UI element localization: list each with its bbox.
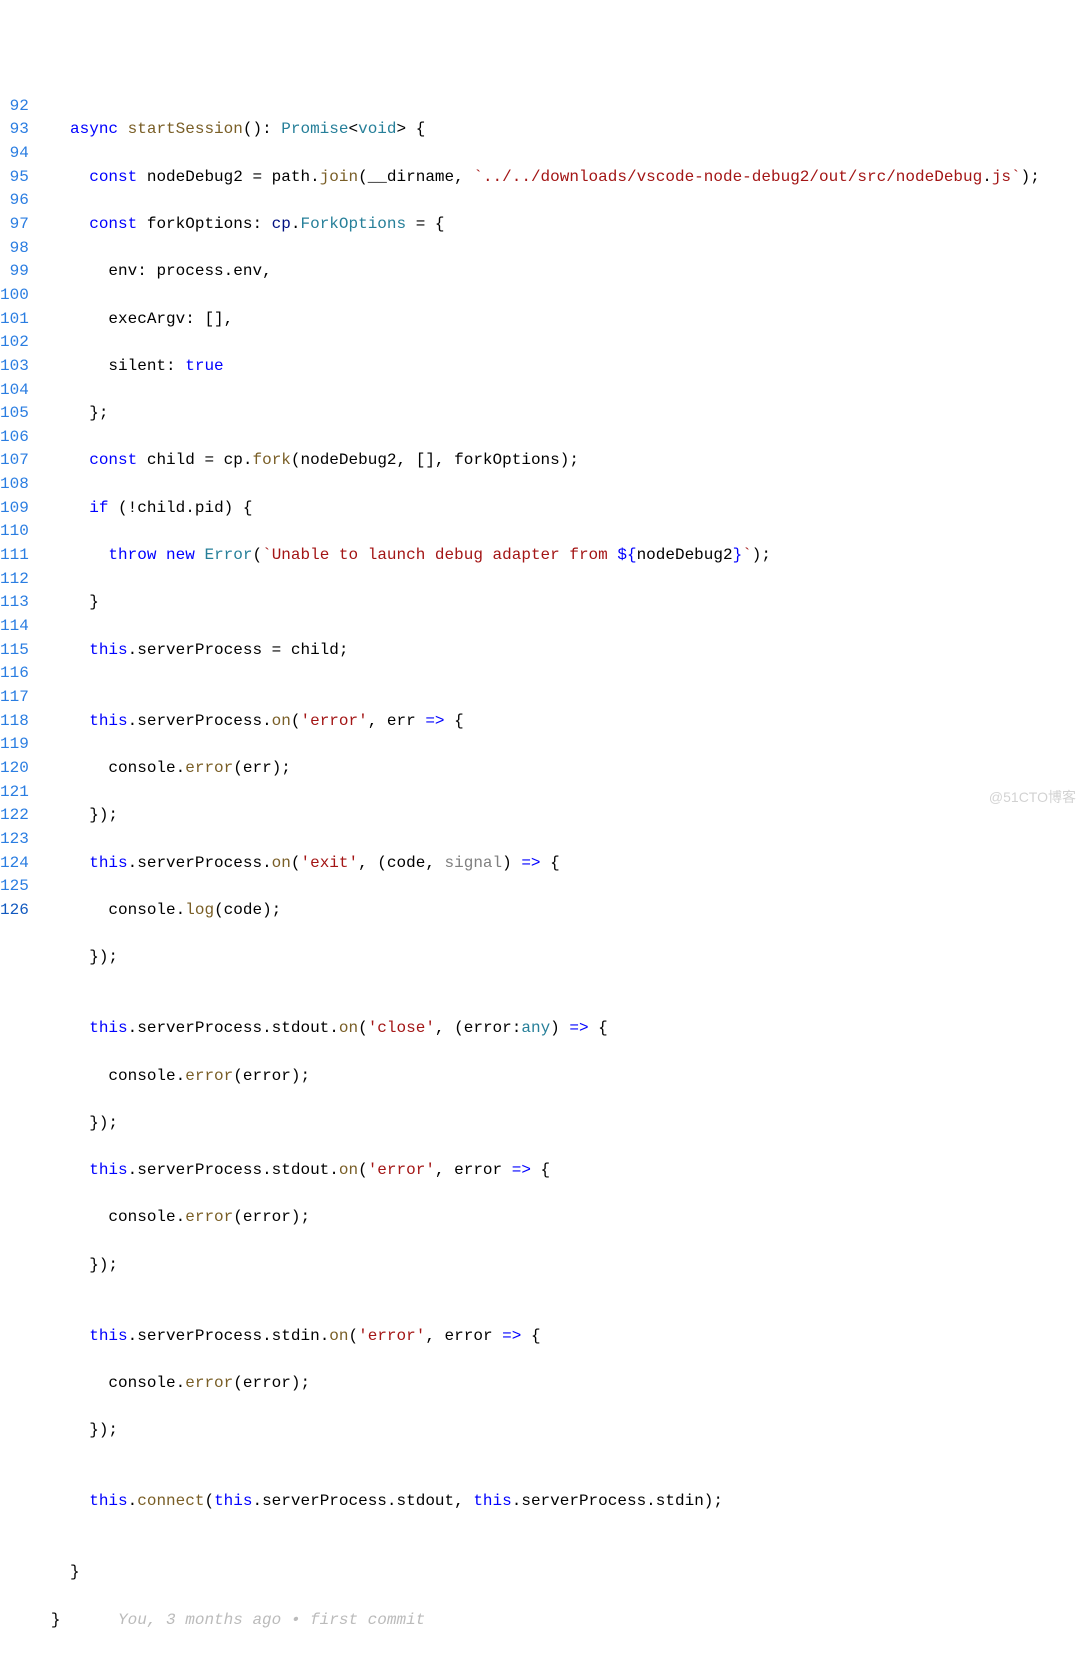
code-line: });	[51, 804, 1080, 828]
line-number: 122	[0, 804, 29, 828]
line-number: 121	[0, 781, 29, 805]
line-number: 111	[0, 544, 29, 568]
code-line: });	[51, 1112, 1080, 1136]
code-line: if (!child.pid) {	[51, 497, 1080, 521]
code-line: this.serverProcess.stdout.on('close', (e…	[51, 1017, 1080, 1041]
code-line: this.serverProcess.stdin.on('error', err…	[51, 1325, 1080, 1349]
line-number: 96	[0, 189, 29, 213]
line-number: 107	[0, 449, 29, 473]
code-line: const child = cp.fork(nodeDebug2, [], fo…	[51, 449, 1080, 473]
code-line: this.serverProcess.on('exit', (code, sig…	[51, 852, 1080, 876]
code-line: this.serverProcess.stdout.on('error', er…	[51, 1159, 1080, 1183]
line-number: 119	[0, 733, 29, 757]
code-line: env: process.env,	[51, 260, 1080, 284]
line-number: 98	[0, 237, 29, 261]
code-line: }	[51, 591, 1080, 615]
code-line: });	[51, 1419, 1080, 1443]
line-number: 104	[0, 379, 29, 403]
code-editor[interactable]: 9293949596979899100101102103104105106107…	[0, 95, 1080, 1656]
code-line: const forkOptions: cp.ForkOptions = {	[51, 213, 1080, 237]
line-number: 120	[0, 757, 29, 781]
code-line: };	[51, 402, 1080, 426]
line-number: 102	[0, 331, 29, 355]
line-number: 103	[0, 355, 29, 379]
line-number: 115	[0, 639, 29, 663]
code-line: this.connect(this.serverProcess.stdout, …	[51, 1490, 1080, 1514]
code-line: }	[51, 1561, 1080, 1585]
code-line: async startSession(): Promise<void> {	[51, 118, 1080, 142]
line-number: 110	[0, 520, 29, 544]
git-blame-annotation: You, 3 months ago • first commit	[118, 1611, 425, 1629]
line-number: 113	[0, 591, 29, 615]
line-number: 100	[0, 284, 29, 308]
code-line: console.error(err);	[51, 757, 1080, 781]
line-number: 108	[0, 473, 29, 497]
line-number: 95	[0, 166, 29, 190]
code-line: this.serverProcess = child;	[51, 639, 1080, 663]
code-line: });	[51, 1254, 1080, 1278]
line-number: 97	[0, 213, 29, 237]
line-number: 118	[0, 710, 29, 734]
line-number: 106	[0, 426, 29, 450]
code-line: execArgv: [],	[51, 308, 1080, 332]
code-line: });	[51, 946, 1080, 970]
line-number-gutter: 9293949596979899100101102103104105106107…	[0, 95, 51, 1656]
code-line: } You, 3 months ago • first commit	[51, 1609, 1080, 1633]
watermark: @51CTO博客	[989, 786, 1076, 810]
code-line: this.serverProcess.on('error', err => {	[51, 710, 1080, 734]
line-number: 116	[0, 662, 29, 686]
line-number: 124	[0, 852, 29, 876]
line-number: 123	[0, 828, 29, 852]
line-number: 126	[0, 899, 29, 923]
line-number: 114	[0, 615, 29, 639]
code-line: console.log(code);	[51, 899, 1080, 923]
line-number: 117	[0, 686, 29, 710]
line-number: 125	[0, 875, 29, 899]
code-line: const nodeDebug2 = path.join(__dirname, …	[51, 166, 1080, 190]
line-number: 112	[0, 568, 29, 592]
code-line: console.error(error);	[51, 1065, 1080, 1089]
line-number: 109	[0, 497, 29, 521]
line-number: 92	[0, 95, 29, 119]
line-number: 94	[0, 142, 29, 166]
line-number: 105	[0, 402, 29, 426]
code-content[interactable]: async startSession(): Promise<void> { co…	[51, 95, 1080, 1656]
code-line: console.error(error);	[51, 1372, 1080, 1396]
line-number: 101	[0, 308, 29, 332]
line-number: 99	[0, 260, 29, 284]
code-line: silent: true	[51, 355, 1080, 379]
code-line: console.error(error);	[51, 1206, 1080, 1230]
line-number: 93	[0, 118, 29, 142]
code-line: throw new Error(`Unable to launch debug …	[51, 544, 1080, 568]
cursor-icon: }	[51, 1611, 61, 1629]
